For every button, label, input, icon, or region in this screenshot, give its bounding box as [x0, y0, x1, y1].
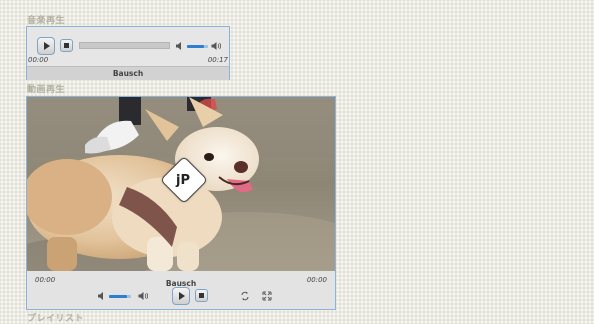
volume-icon[interactable]: [175, 41, 185, 51]
video-volume-slider[interactable]: [109, 295, 131, 298]
volume-max-icon[interactable]: [211, 41, 221, 51]
audio-volume-slider[interactable]: [187, 45, 208, 48]
video-section-title: 動画再生: [27, 85, 66, 95]
video-stop-button[interactable]: [195, 289, 208, 302]
audio-play-button[interactable]: [37, 37, 55, 55]
audio-stop-button[interactable]: [60, 39, 73, 52]
audio-duration: 00:17: [207, 56, 228, 64]
playlist-section-title: プレイリスト: [27, 314, 85, 324]
volume-max-icon[interactable]: [138, 291, 148, 301]
play-icon: [179, 292, 185, 300]
audio-player: 00:00 00:17 Bausch: [26, 26, 230, 80]
big-play-icon: jP: [176, 172, 190, 188]
repeat-icon[interactable]: [240, 291, 250, 301]
audio-current-time: 00:00: [28, 56, 49, 64]
video-player: jP 00:00 00:00 Bausch: [26, 96, 336, 310]
audio-track-title: Bausch: [27, 66, 229, 80]
stop-icon: [199, 293, 204, 298]
play-icon: [44, 42, 50, 50]
audio-section-title: 音楽再生: [27, 16, 66, 26]
video-play-button[interactable]: [172, 287, 190, 305]
volume-icon[interactable]: [97, 291, 107, 301]
stop-icon: [64, 43, 69, 48]
fullscreen-icon[interactable]: [262, 291, 272, 301]
big-play-label-wrapper: jP: [170, 167, 198, 195]
video-volume-fill: [109, 295, 127, 298]
audio-seek-bar[interactable]: [79, 42, 170, 49]
video-control-bar: 00:00 00:00 Bausch: [27, 271, 335, 309]
audio-volume-fill: [187, 45, 204, 48]
